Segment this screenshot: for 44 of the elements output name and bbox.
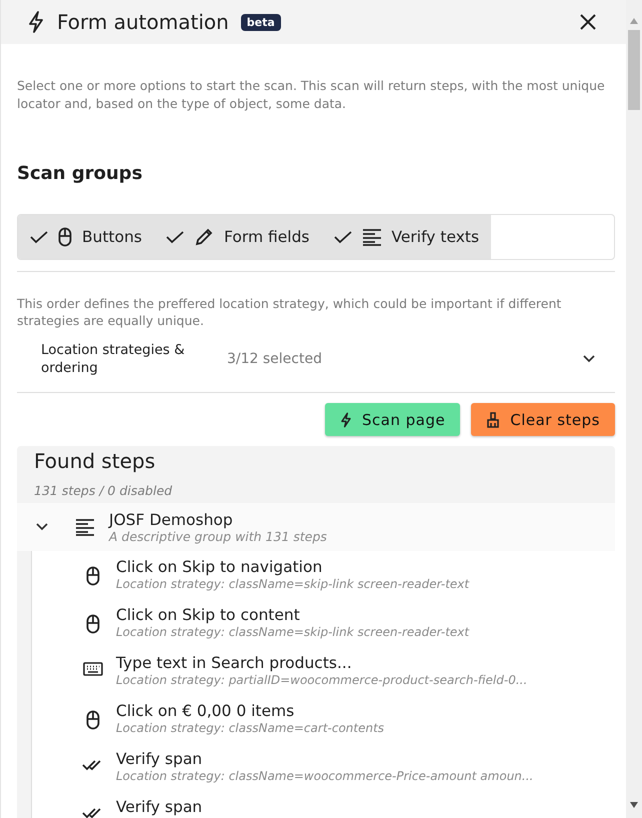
- text-lines-icon: [75, 518, 95, 536]
- steps-summary: 131 steps / 0 disabled: [33, 482, 174, 500]
- close-icon[interactable]: [580, 14, 596, 30]
- scan-group-option[interactable]: Form fields: [154, 215, 322, 259]
- step-title[interactable]: Click on € 0,00 0 items: [116, 702, 384, 721]
- check-icon: [30, 230, 48, 244]
- chevron-down-icon[interactable]: [583, 355, 595, 363]
- pencil-icon: [194, 227, 214, 247]
- strategy-note: This order defines the preffered location strategy, which could be important if different strategies are equally unique.: [17, 295, 562, 329]
- beta-badge: beta: [240, 14, 281, 30]
- broom-icon: [486, 412, 500, 428]
- description-text: Select one or more options to start the scan. This scan will return steps, with the most unique locator and, based on the type of object, some data.: [17, 77, 606, 113]
- text-lines-icon: [362, 228, 382, 246]
- mouse-icon: [86, 710, 100, 730]
- panel-title: Form automation: [57, 10, 229, 34]
- strategy-dropdown[interactable]: Location strategies & ordering 3/12 selected: [17, 339, 615, 379]
- check-icon: [334, 230, 352, 244]
- scan-group-option[interactable]: Buttons: [18, 215, 154, 259]
- step-title[interactable]: Verify span: [116, 750, 534, 769]
- lightning-icon: [27, 11, 45, 33]
- location-strategy-text: Location strategy: className=woocommerce-Price-amount amoun...: [116, 769, 534, 784]
- keyboard-icon: [83, 662, 103, 676]
- group-description: A descriptive group with 131 steps: [109, 528, 327, 544]
- chevron-down-icon[interactable]: [36, 523, 48, 531]
- location-strategy-text: Location strategy: className=skip-link screen-reader-text: [116, 625, 470, 640]
- scan-page-button[interactable]: Scan page: [325, 403, 460, 436]
- step-title[interactable]: Click on Skip to content: [116, 606, 470, 625]
- location-strategy-text: Location strategy: className=cart-contents: [116, 721, 384, 736]
- mouse-icon: [86, 566, 100, 586]
- location-strategy-text: Location strategy: partialID=woocommerce-product-search-field-0...: [116, 673, 528, 688]
- step-group-row[interactable]: JOSF Demoshop A descriptive group with 131 steps: [17, 503, 615, 551]
- group-title: JOSF Demoshop: [109, 510, 234, 528]
- step-title[interactable]: Click on Skip to navigation: [116, 558, 470, 577]
- step-title[interactable]: Type text in Search products...: [116, 654, 528, 673]
- mouse-icon: [86, 614, 100, 634]
- section-heading: Scan groups: [17, 163, 144, 185]
- scan-group-option[interactable]: Verify texts: [322, 215, 492, 259]
- step-title[interactable]: Verify span: [116, 798, 202, 817]
- found-steps-heading: Found steps: [33, 448, 156, 474]
- clear-steps-button[interactable]: Clear steps: [471, 403, 615, 436]
- check-icon: [166, 230, 184, 244]
- mouse-icon: [58, 227, 72, 247]
- lightning-icon: [340, 412, 352, 428]
- location-strategy-text: Location strategy: className=skip-link screen-reader-text: [116, 577, 470, 592]
